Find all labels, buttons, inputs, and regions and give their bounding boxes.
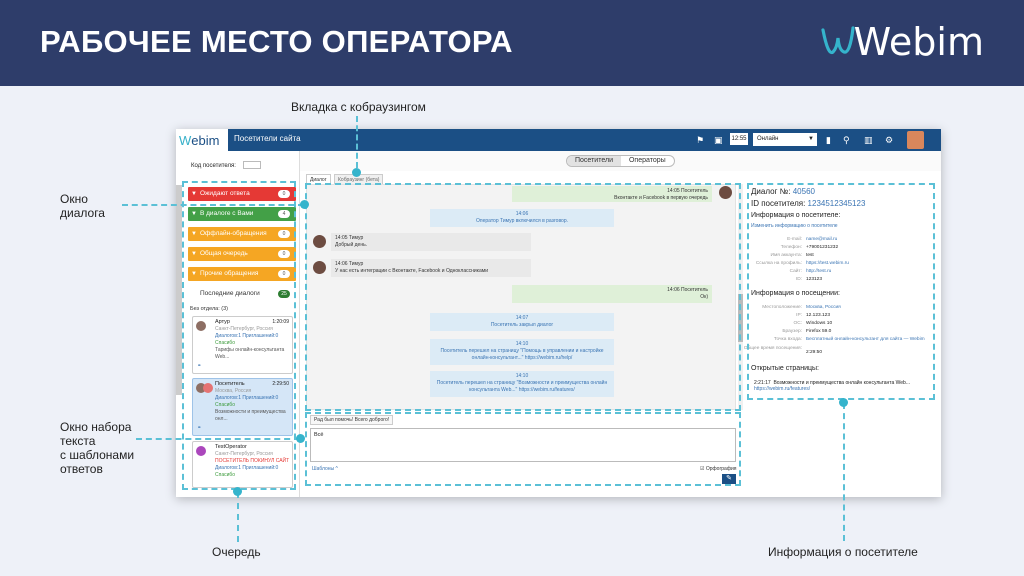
visitor-code-input[interactable]: [243, 161, 261, 169]
callout-dialog: Окно диалога: [60, 192, 105, 220]
stats-icon[interactable]: ▥: [864, 134, 873, 146]
callout-compose: Окно набора текста с шаблонами ответов: [60, 420, 135, 476]
connector-dot: [296, 434, 305, 443]
slide-title: РАБОЧЕЕ МЕСТО ОПЕРАТОРА: [40, 24, 513, 59]
queue-highlight: [182, 181, 296, 490]
tab-visitors[interactable]: Посетители: [567, 156, 621, 166]
compose-highlight: [305, 412, 741, 486]
connector-queue: [237, 492, 239, 542]
connector-dialog: [122, 204, 304, 206]
app-topbar: Webim Посетители сайта ⚑ ▣ 12:55 Онлайн ▼…: [176, 129, 941, 151]
connector-dot: [300, 200, 309, 209]
status-value: Онлайн: [757, 136, 779, 142]
clock: 12:55: [730, 133, 748, 145]
visitor-code-label: Код посетителя:: [191, 163, 236, 169]
visitor-info-highlight: [747, 183, 935, 400]
visitors-operators-switch[interactable]: Посетители Операторы: [566, 155, 675, 167]
app-logo-text: ebim: [191, 132, 220, 148]
callout-cobrowse: Вкладка с кобраузингом: [291, 100, 426, 114]
connector-cobrowse: [356, 116, 358, 168]
flag-icon[interactable]: ⚑: [696, 134, 704, 146]
webim-logo-text: Webim: [853, 20, 984, 64]
chevron-down-icon: ▼: [808, 136, 814, 142]
callout-queue: Очередь: [212, 545, 261, 559]
online-icon[interactable]: ▮: [826, 134, 831, 146]
webim-logo-icon: [820, 26, 855, 55]
status-select[interactable]: Онлайн ▼: [753, 133, 817, 146]
connector-dot: [352, 168, 361, 177]
slide-header: РАБОЧЕЕ МЕСТО ОПЕРАТОРА Webim: [0, 0, 1024, 86]
connector-compose: [136, 438, 300, 440]
app-logo[interactable]: Webim: [176, 129, 228, 151]
operator-avatar[interactable]: [907, 131, 924, 149]
chat-icon[interactable]: ▣: [714, 134, 723, 146]
app-title: Посетители сайта: [234, 134, 301, 143]
gear-icon[interactable]: ⚙: [885, 134, 893, 146]
connector-visitor-info: [843, 403, 845, 541]
webim-logo: Webim: [820, 16, 984, 68]
connector-dot: [233, 487, 242, 496]
tab-operators[interactable]: Операторы: [621, 156, 674, 166]
connector-dot: [839, 398, 848, 407]
dialog-highlight: [305, 183, 741, 411]
search-icon[interactable]: ⚲: [843, 134, 850, 146]
callout-visitor-info: Информация о посетителе: [768, 545, 918, 559]
